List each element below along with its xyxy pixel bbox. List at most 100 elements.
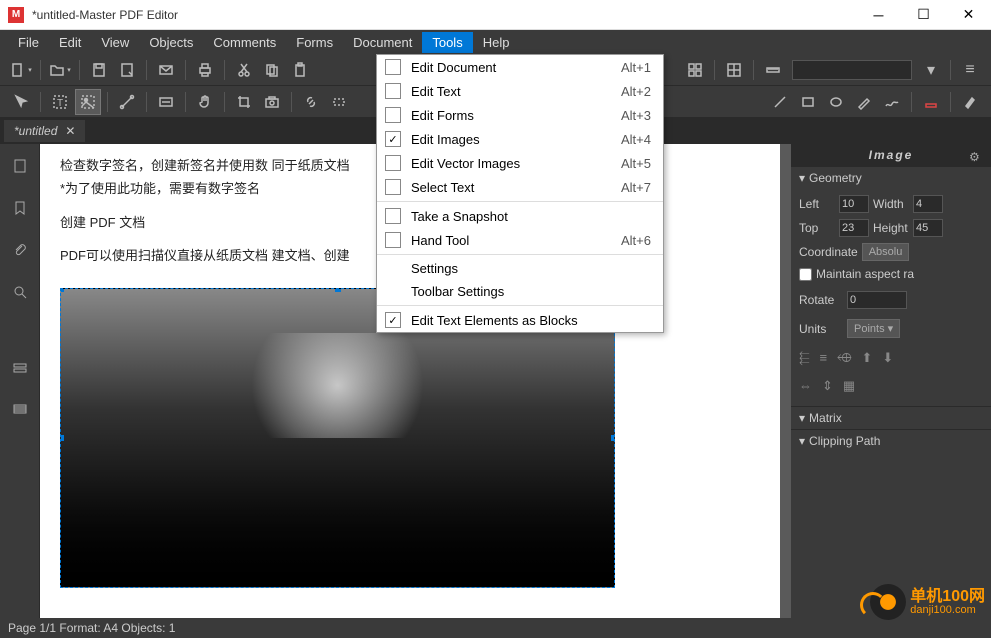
menu-item-take-a-snapshot[interactable]: Take a Snapshot (377, 204, 663, 228)
menu-item-edit-text-elements-as-blocks[interactable]: ✓Edit Text Elements as Blocks (377, 308, 663, 332)
crop-tool[interactable] (231, 89, 257, 115)
menu-comments[interactable]: Comments (203, 32, 286, 53)
window-controls: ─ ☐ ✕ (856, 0, 991, 30)
rotate-input[interactable] (847, 291, 907, 309)
tab-close-icon[interactable]: ✕ (65, 124, 75, 138)
top-input[interactable] (839, 219, 869, 237)
align-center-icon[interactable]: ≡ (820, 350, 828, 366)
highlight-tool[interactable] (918, 89, 944, 115)
attachments-icon[interactable] (6, 236, 34, 264)
document-tab[interactable]: *untitled ✕ (4, 120, 85, 142)
menu-item-select-text[interactable]: Select TextAlt+7 (377, 175, 663, 199)
close-button[interactable]: ✕ (946, 0, 991, 30)
bookmarks-icon[interactable] (6, 194, 34, 222)
menu-document[interactable]: Document (343, 32, 422, 53)
image-edit-tool[interactable] (75, 89, 101, 115)
copy-button[interactable] (259, 57, 285, 83)
comments-panel-icon[interactable] (6, 396, 34, 424)
align-right-icon[interactable]: ⬲ (837, 350, 851, 366)
layout-button[interactable] (721, 57, 747, 83)
distribute-v-icon[interactable]: ⇕ (822, 378, 833, 394)
ellipse-annot-tool[interactable] (823, 89, 849, 115)
align-left-icon[interactable]: ⬱ (799, 350, 810, 366)
text-edit-tool[interactable]: T (47, 89, 73, 115)
cut-button[interactable] (231, 57, 257, 83)
width-input[interactable] (913, 195, 943, 213)
menu-item-shortcut: Alt+1 (621, 60, 651, 75)
left-input[interactable] (839, 195, 869, 213)
menu-item-edit-forms[interactable]: Edit FormsAlt+3 (377, 103, 663, 127)
panel-settings-icon[interactable]: ⚙ (969, 150, 987, 168)
pointer-tool[interactable] (8, 89, 34, 115)
new-file-button[interactable]: ▾ (8, 57, 34, 83)
clipping-header[interactable]: ▾ Clipping Path (791, 430, 991, 452)
minimize-button[interactable]: ─ (856, 0, 901, 30)
menu-item-shortcut: Alt+5 (621, 156, 651, 171)
distribute-h-icon[interactable]: ⇔ (799, 378, 812, 394)
maximize-button[interactable]: ☐ (901, 0, 946, 30)
menu-objects[interactable]: Objects (139, 32, 203, 53)
menu-item-edit-vector-images[interactable]: Edit Vector ImagesAlt+5 (377, 151, 663, 175)
menu-item-hand-tool[interactable]: Hand ToolAlt+6 (377, 228, 663, 252)
resize-handle-mr[interactable] (611, 435, 615, 441)
zoom-dropdown[interactable] (792, 60, 912, 80)
pencil-annot-tool[interactable] (851, 89, 877, 115)
resize-handle-tl[interactable] (60, 288, 64, 292)
coord-dropdown[interactable]: Absolu (862, 243, 910, 261)
layers-icon[interactable] (6, 354, 34, 382)
hand-tool[interactable] (192, 89, 218, 115)
ruler-button[interactable] (760, 57, 786, 83)
group-icon[interactable]: ▦ (843, 378, 855, 394)
geometry-header[interactable]: ▾ Geometry (791, 167, 991, 189)
vector-tool[interactable] (114, 89, 140, 115)
open-file-button[interactable]: ▾ (47, 57, 73, 83)
email-button[interactable] (153, 57, 179, 83)
menu-separator (377, 254, 663, 255)
resize-handle-br[interactable] (611, 584, 615, 588)
zoom-dropdown-arrow[interactable]: ▾ (918, 57, 944, 83)
resize-handle-bl[interactable] (60, 584, 64, 588)
paste-button[interactable] (287, 57, 313, 83)
rect-annot-tool[interactable] (795, 89, 821, 115)
height-input[interactable] (913, 219, 943, 237)
units-dropdown[interactable]: Points ▾ (847, 319, 900, 338)
aspect-checkbox[interactable] (799, 268, 812, 281)
menu-item-settings[interactable]: Settings (377, 257, 663, 280)
menu-item-edit-document[interactable]: Edit DocumentAlt+1 (377, 55, 663, 79)
matrix-header[interactable]: ▾ Matrix (791, 407, 991, 429)
marker-tool[interactable] (957, 89, 983, 115)
align-icons-row1: ⬱ ≡ ⬲ ⬆ ⬇ (799, 344, 983, 372)
menu-item-shortcut: Alt+3 (621, 108, 651, 123)
menu-item-edit-images[interactable]: ✓Edit ImagesAlt+4 (377, 127, 663, 151)
menu-item-edit-text[interactable]: Edit TextAlt+2 (377, 79, 663, 103)
menu-forms[interactable]: Forms (286, 32, 343, 53)
resize-handle-tm[interactable] (335, 288, 341, 292)
menu-help[interactable]: Help (473, 32, 520, 53)
menu-item-toolbar-settings[interactable]: Toolbar Settings (377, 280, 663, 303)
menu-view[interactable]: View (91, 32, 139, 53)
menu-item-label: Edit Text Elements as Blocks (411, 313, 651, 328)
link-tool-2[interactable] (326, 89, 352, 115)
resize-handle-bm[interactable] (335, 584, 341, 588)
save-button[interactable] (86, 57, 112, 83)
menu-file[interactable]: File (8, 32, 49, 53)
thumbnails-icon[interactable] (6, 152, 34, 180)
snapshot-tool[interactable] (259, 89, 285, 115)
form-tool[interactable] (153, 89, 179, 115)
align-top-icon[interactable]: ⬆ (861, 350, 872, 366)
menubar: File Edit View Objects Comments Forms Do… (0, 30, 991, 54)
print-button[interactable] (192, 57, 218, 83)
signature-tool[interactable] (879, 89, 905, 115)
menu-overflow-icon[interactable]: ≡ (957, 57, 983, 83)
menu-tools[interactable]: Tools (422, 32, 472, 53)
search-icon[interactable] (6, 278, 34, 306)
checkbox-icon (385, 59, 401, 75)
menu-edit[interactable]: Edit (49, 32, 91, 53)
align-bottom-icon[interactable]: ⬇ (882, 350, 893, 366)
chevron-down-icon: ▾ (799, 171, 805, 185)
link-tool[interactable] (298, 89, 324, 115)
line-annot-tool[interactable] (767, 89, 793, 115)
grid-button[interactable] (682, 57, 708, 83)
save-as-button[interactable] (114, 57, 140, 83)
resize-handle-ml[interactable] (60, 435, 64, 441)
